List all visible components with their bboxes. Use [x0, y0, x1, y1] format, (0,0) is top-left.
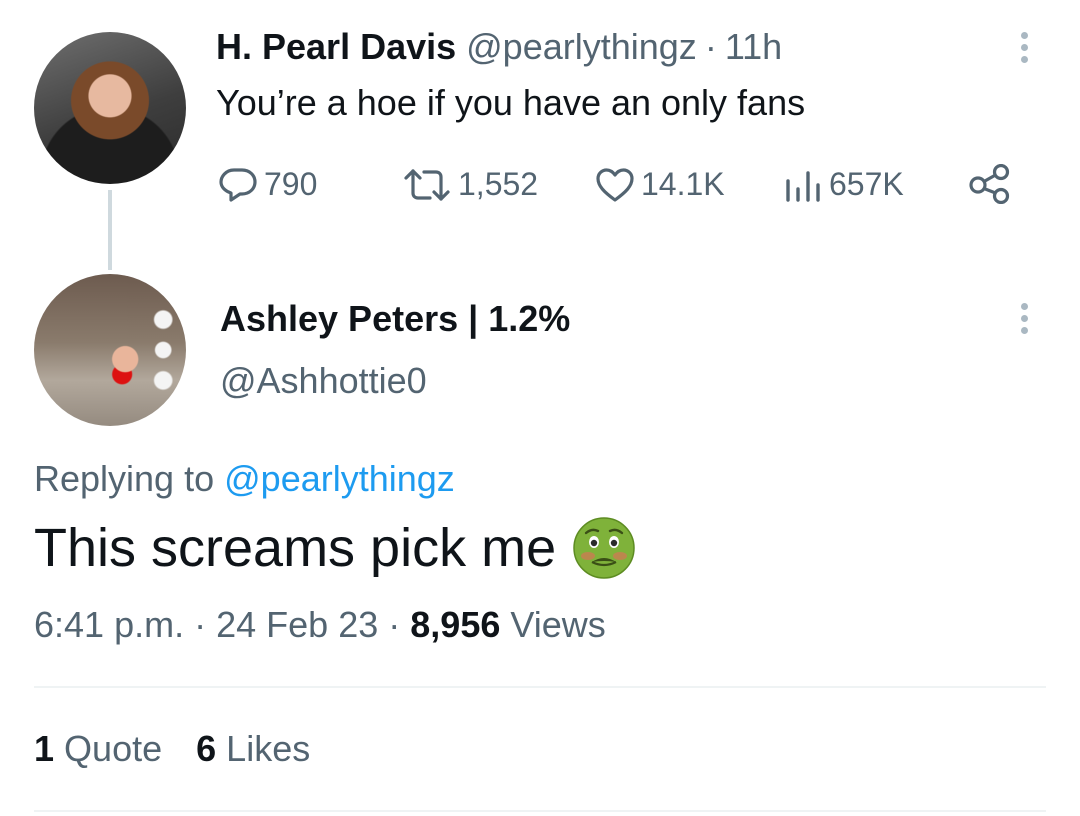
like-icon [596, 167, 634, 202]
views-button[interactable]: 657K [783, 166, 904, 203]
divider [34, 686, 1046, 688]
parent-time-ago[interactable]: 11h [725, 26, 782, 68]
parent-author-name[interactable]: H. Pearl Davis [216, 26, 456, 68]
replying-to-mention-link[interactable]: @pearlythingz [224, 458, 455, 499]
likes-label: Likes [226, 728, 311, 769]
divider [34, 810, 1046, 812]
parent-action-bar: 790 1,552 14.1K 657K [218, 160, 1018, 206]
reply-icon [219, 167, 257, 202]
reply-author-avatar[interactable] [34, 274, 186, 426]
retweet-count: 1,552 [458, 166, 539, 202]
views-count-value: 8,956 [410, 604, 501, 645]
separator-dot: · [704, 26, 717, 67]
reply-author-handle[interactable]: @Ashhottie0 [220, 360, 427, 402]
more-options-icon[interactable] [1018, 32, 1030, 63]
parent-author-avatar[interactable] [34, 32, 186, 184]
retweet-button[interactable]: 1,552 [402, 166, 538, 203]
share-button[interactable] [968, 164, 1012, 204]
replying-to-line: Replying to @pearlythingz [34, 458, 455, 500]
replying-to-label: Replying to [34, 458, 215, 499]
parent-tweet-text: You’re a hoe if you have an only fans [216, 82, 806, 123]
engagement-stats: 1 Quote 6 Likes [34, 728, 310, 770]
reply-more-options-icon[interactable] [1018, 303, 1030, 334]
views-count: 657K [829, 166, 904, 202]
reply-button[interactable]: 790 [218, 166, 317, 203]
reply-count: 790 [264, 166, 318, 202]
parent-author-row: H. Pearl Davis @pearlythingz · 11h [216, 26, 782, 70]
likes-count: 6 [196, 728, 217, 769]
quotes-count: 1 [34, 728, 55, 769]
separator-dot: · [194, 604, 207, 645]
tweet-time[interactable]: 6:41 p.m. [34, 604, 184, 645]
views-icon [786, 170, 820, 202]
like-count: 14.1K [641, 166, 725, 202]
reply-tweet-text: This screams pick me [34, 518, 557, 578]
tweet-meta-line: 6:41 p.m. · 24 Feb 23 · 8,956 Views [34, 604, 606, 646]
likes-link[interactable]: 6 Likes [196, 728, 310, 769]
retweet-icon [404, 168, 450, 201]
quotes-label: Quote [64, 728, 163, 769]
tweet-date[interactable]: 24 Feb 23 [216, 604, 378, 645]
like-button[interactable]: 14.1K [595, 166, 725, 203]
quotes-link[interactable]: 1 Quote [34, 728, 162, 769]
views-label: Views [510, 604, 606, 645]
share-icon [969, 164, 1010, 204]
reply-author-name[interactable]: Ashley Peters | 1.2% [220, 298, 570, 340]
nauseated-face-icon [573, 517, 635, 579]
reply-tweet-body: This screams pick me [34, 516, 636, 580]
separator-dot: · [388, 604, 401, 645]
parent-author-handle[interactable]: @pearlythingz [466, 26, 697, 68]
thread-connector-line [108, 190, 112, 270]
